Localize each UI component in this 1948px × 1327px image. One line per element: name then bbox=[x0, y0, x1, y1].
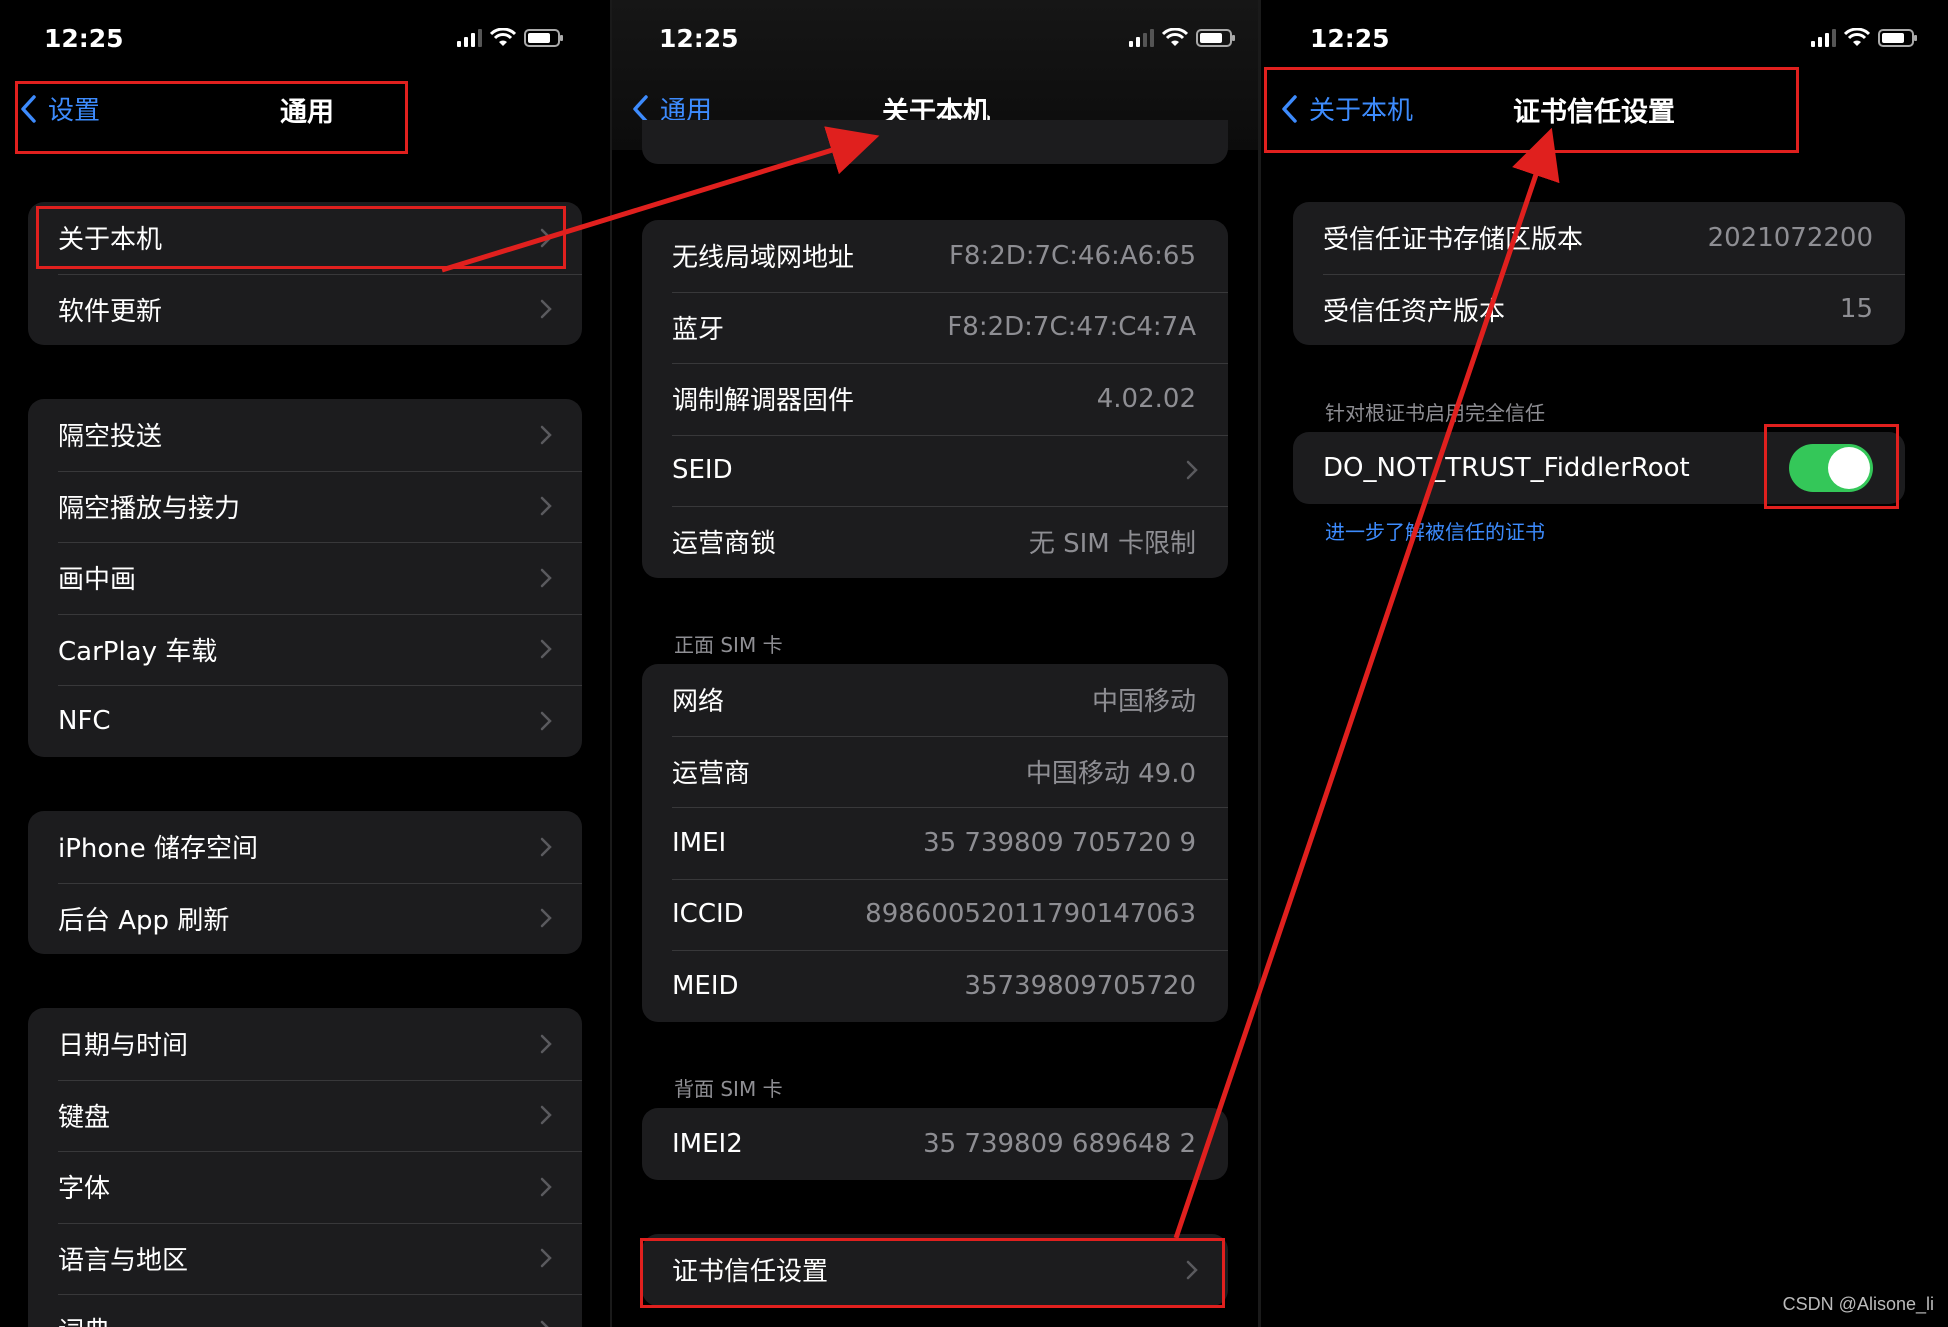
info-row-modem-firmware: 调制解调器固件 4.02.02 bbox=[642, 363, 1228, 435]
back-button[interactable]: 关于本机 bbox=[1281, 90, 1413, 127]
settings-row-about[interactable]: 关于本机 bbox=[28, 202, 582, 274]
status-bar: 12:25 bbox=[0, 22, 610, 62]
about-screen: 12:25 通用 关于本机 无线局域网地址 F8:2D:7C:46:A6:65 蓝… bbox=[612, 0, 1258, 1327]
nav-bar: 关于本机 证书信任设置 bbox=[1261, 86, 1948, 136]
settings-row-software-update[interactable]: 软件更新 bbox=[28, 273, 582, 346]
info-row-meid: MEID 35739809705720 bbox=[642, 950, 1228, 1022]
cellular-signal-icon bbox=[1811, 29, 1836, 47]
settings-group: 关于本机 软件更新 bbox=[28, 202, 582, 345]
front-sim-group: 网络 中国移动 运营商 中国移动 49.0 IMEI 35 739809 705720… bbox=[642, 664, 1228, 1022]
status-bar: 12:25 bbox=[612, 22, 1258, 62]
settings-row-carplay[interactable]: CarPlay 车载 bbox=[28, 613, 582, 686]
chevron-right-icon bbox=[1186, 461, 1198, 480]
info-row-carrier-lock: 运营商锁无 SIM 卡限制 bbox=[642, 506, 1228, 578]
page-title: 证书信任设置 bbox=[1513, 97, 1675, 128]
settings-row-pip[interactable]: 画中画 bbox=[28, 542, 582, 614]
settings-row-cert-trust[interactable]: 证书信任设置 bbox=[642, 1234, 1228, 1306]
back-label: 关于本机 bbox=[1309, 96, 1414, 126]
learn-more-link[interactable]: 进一步了解被信任的证书 bbox=[1325, 516, 1545, 545]
battery-icon bbox=[1196, 29, 1235, 47]
chevron-left-icon bbox=[21, 94, 36, 123]
chevron-right-icon bbox=[540, 909, 552, 928]
info-row-trust-asset-version: 受信任资产版本 15 bbox=[1293, 273, 1905, 346]
chevron-left-icon bbox=[633, 94, 648, 123]
chevron-right-icon bbox=[540, 1106, 552, 1125]
cellular-signal-icon bbox=[457, 29, 482, 47]
chevron-right-icon bbox=[540, 711, 552, 730]
settings-row-storage[interactable]: iPhone 储存空间 bbox=[28, 811, 582, 883]
cert-toggle-row: DO_NOT_TRUST_FiddlerRoot bbox=[1293, 432, 1905, 504]
status-time: 12:25 bbox=[44, 24, 124, 53]
chevron-right-icon bbox=[540, 837, 552, 856]
settings-row-background-refresh[interactable]: 后台 App 刷新 bbox=[28, 882, 582, 955]
network-info-group: 无线局域网地址 F8:2D:7C:46:A6:65 蓝牙 F8:2D:7C:47:C… bbox=[642, 220, 1228, 578]
info-row-network: 网络 中国移动 bbox=[672, 687, 1196, 718]
cert-trust-group: 证书信任设置 bbox=[642, 1234, 1228, 1306]
cert-name: DO_NOT_TRUST_FiddlerRoot bbox=[1323, 452, 1690, 483]
settings-row-dictionary[interactable]: 词典 bbox=[28, 1294, 582, 1327]
back-label: 设置 bbox=[48, 96, 101, 126]
chevron-left-icon bbox=[1282, 94, 1297, 123]
settings-group: 隔空投送 隔空播放与接力 画中画 CarPlay 车载 NFC bbox=[28, 399, 582, 757]
chevron-right-icon bbox=[540, 1034, 552, 1053]
wifi-icon bbox=[490, 28, 516, 46]
status-bar: 12:25 bbox=[1261, 22, 1948, 62]
chevron-right-icon bbox=[540, 568, 552, 587]
info-row-bluetooth: 蓝牙 F8:2D:7C:47:C4:7A bbox=[642, 291, 1228, 364]
settings-group: 日期与时间 键盘 字体 语言与地区 词典 bbox=[28, 1008, 582, 1327]
chevron-right-icon bbox=[540, 425, 552, 444]
cellular-signal-icon bbox=[1129, 29, 1154, 47]
chevron-right-icon bbox=[540, 1320, 550, 1327]
page-title: 通用 bbox=[280, 97, 334, 128]
back-button[interactable]: 设置 bbox=[20, 90, 100, 127]
root-cert-group: DO_NOT_TRUST_FiddlerRoot bbox=[1293, 432, 1905, 504]
chevron-right-icon bbox=[540, 228, 552, 247]
nav-bar: 设置 通用 bbox=[0, 86, 610, 136]
settings-row-nfc[interactable]: NFC bbox=[28, 685, 582, 757]
front-sim-section-title: 正面 SIM 卡 bbox=[674, 633, 783, 657]
info-row-trust-store-version: 受信任证书存储区版本 2021072200 bbox=[1323, 222, 1873, 256]
info-row-imei2: IMEI2 35 739809 689648 2 bbox=[672, 1128, 1196, 1159]
back-sim-group: IMEI2 35 739809 689648 2 bbox=[642, 1108, 1228, 1180]
back-sim-section-title: 背面 SIM 卡 bbox=[674, 1077, 783, 1101]
settings-row-airplay[interactable]: 隔空播放与接力 bbox=[28, 470, 582, 543]
chevron-right-icon bbox=[540, 640, 552, 659]
info-row-wifi-address: 无线局域网地址 F8:2D:7C:46:A6:65 bbox=[672, 240, 1196, 274]
settings-row-date-time[interactable]: 日期与时间 bbox=[28, 1008, 582, 1080]
settings-row-fonts[interactable]: 字体 bbox=[28, 1151, 582, 1223]
chevron-right-icon bbox=[1186, 1260, 1198, 1279]
settings-row-language-region[interactable]: 语言与地区 bbox=[28, 1222, 582, 1295]
cert-trust-screen: 12:25 关于本机 证书信任设置 受信任证书存储区版本 2021072200 受… bbox=[1261, 0, 1948, 1327]
status-time: 12:25 bbox=[659, 24, 739, 53]
cert-store-info-group: 受信任证书存储区版本 2021072200 受信任资产版本 15 bbox=[1293, 202, 1905, 345]
status-time: 12:25 bbox=[1310, 24, 1390, 53]
previous-group-edge bbox=[642, 120, 1228, 164]
chevron-right-icon bbox=[540, 1249, 552, 1268]
info-row-seid[interactable]: SEID bbox=[642, 434, 1228, 507]
settings-row-airdrop[interactable]: 隔空投送 bbox=[28, 399, 582, 471]
wifi-icon bbox=[1162, 28, 1188, 46]
info-row-iccid: ICCID 89860052011790147063 bbox=[642, 878, 1228, 951]
chevron-right-icon bbox=[540, 1177, 552, 1196]
info-row-carrier: 运营商 中国移动 49.0 bbox=[642, 735, 1228, 808]
settings-group: iPhone 储存空间 后台 App 刷新 bbox=[28, 811, 582, 954]
chevron-right-icon bbox=[540, 300, 552, 319]
settings-row-keyboard[interactable]: 键盘 bbox=[28, 1079, 582, 1152]
root-trust-section-title: 针对根证书启用完全信任 bbox=[1325, 401, 1545, 425]
full-trust-toggle[interactable] bbox=[1789, 444, 1873, 492]
watermark: CSDN @Alisone_li bbox=[1782, 1294, 1934, 1314]
info-row-imei: IMEI 35 739809 705720 9 bbox=[642, 807, 1228, 879]
wifi-icon bbox=[1844, 28, 1870, 46]
battery-icon bbox=[524, 29, 563, 47]
chevron-right-icon bbox=[540, 497, 552, 516]
general-settings-screen: 12:25 设置 通用 关于本机 软件更新 隔空投送 隔空播放与接力 画中画 C… bbox=[0, 0, 610, 1327]
battery-icon bbox=[1878, 29, 1917, 47]
